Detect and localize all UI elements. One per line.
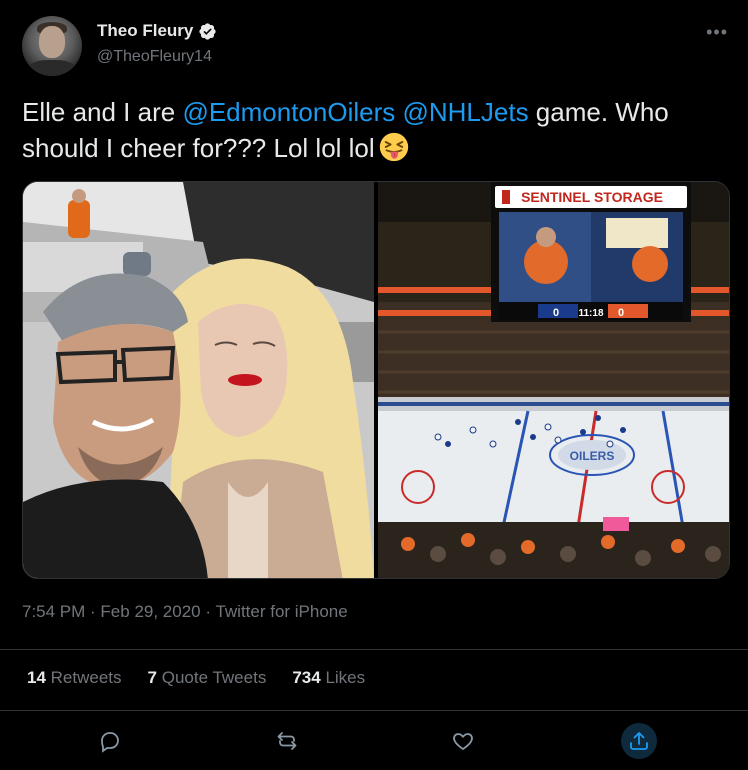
verified-badge-icon xyxy=(199,22,216,40)
tweet-meta: 7:54 PM · Feb 29, 2020 · Twitter for iPh… xyxy=(22,602,348,622)
tweet-actions xyxy=(0,711,748,770)
author-name-row[interactable]: Theo Fleury xyxy=(97,21,217,41)
quotes-count: 7 xyxy=(147,668,157,687)
likes-label: Likes xyxy=(325,668,366,687)
reply-icon xyxy=(101,732,119,753)
avatar[interactable] xyxy=(22,16,82,76)
arena-photo[interactable]: SENTINEL STORAGE 0 11:18 0 OILERS xyxy=(378,182,729,578)
retweets-label: Retweets xyxy=(50,668,122,687)
retweet-button[interactable] xyxy=(269,723,305,759)
meta-separator: · xyxy=(200,602,216,621)
tongue-face-emoji-icon xyxy=(379,132,408,162)
game-clock: 11:18 xyxy=(578,308,603,319)
quotes-label: Quote Tweets xyxy=(161,668,267,687)
retweets-count: 14 xyxy=(27,668,46,687)
retweet-icon xyxy=(277,732,297,750)
tweet-header: Theo Fleury @TheoFleury14 ••• xyxy=(22,16,732,78)
likes-stat[interactable]: 734 Likes xyxy=(292,668,365,688)
author-display-name[interactable]: Theo Fleury xyxy=(97,21,193,41)
scoreboard-brand: SENTINEL STORAGE xyxy=(521,189,663,205)
retweets-stat[interactable]: 14 Retweets xyxy=(27,668,122,688)
divider xyxy=(0,649,748,650)
tweet-source[interactable]: Twitter for iPhone xyxy=(215,602,347,621)
share-button[interactable] xyxy=(621,723,657,759)
center-ice-logo: OILERS xyxy=(570,449,615,463)
tweet-text: Elle and I are @EdmontonOilers @NHLJets … xyxy=(22,94,732,166)
heart-icon xyxy=(453,733,473,751)
tweet-text-part: Elle and I are xyxy=(22,97,183,127)
tweet-stats: 14 Retweets 7 Quote Tweets 734 Likes xyxy=(27,668,365,688)
like-button[interactable] xyxy=(445,723,481,759)
mention-nhl-jets[interactable]: @NHLJets xyxy=(402,97,528,127)
mention-edmonton-oilers[interactable]: @EdmontonOilers xyxy=(182,97,395,127)
more-options-icon[interactable]: ••• xyxy=(706,22,728,43)
reply-button[interactable] xyxy=(92,723,128,759)
media-grid: SENTINEL STORAGE 0 11:18 0 OILERS xyxy=(22,181,730,579)
author-handle[interactable]: @TheoFleury14 xyxy=(97,48,212,66)
tweet-time[interactable]: 7:54 PM xyxy=(22,602,85,621)
share-icon xyxy=(630,732,648,750)
likes-count: 734 xyxy=(292,668,321,687)
selfie-photo-illustration xyxy=(23,182,374,578)
quote-tweets-stat[interactable]: 7 Quote Tweets xyxy=(148,668,267,688)
meta-separator: · xyxy=(85,602,101,621)
arena-photo-illustration: SENTINEL STORAGE 0 11:18 0 OILERS xyxy=(378,182,729,578)
selfie-photo[interactable] xyxy=(23,182,374,578)
tweet-date[interactable]: Feb 29, 2020 xyxy=(100,602,200,621)
away-score: 0 xyxy=(618,307,624,319)
home-score: 0 xyxy=(553,307,559,319)
